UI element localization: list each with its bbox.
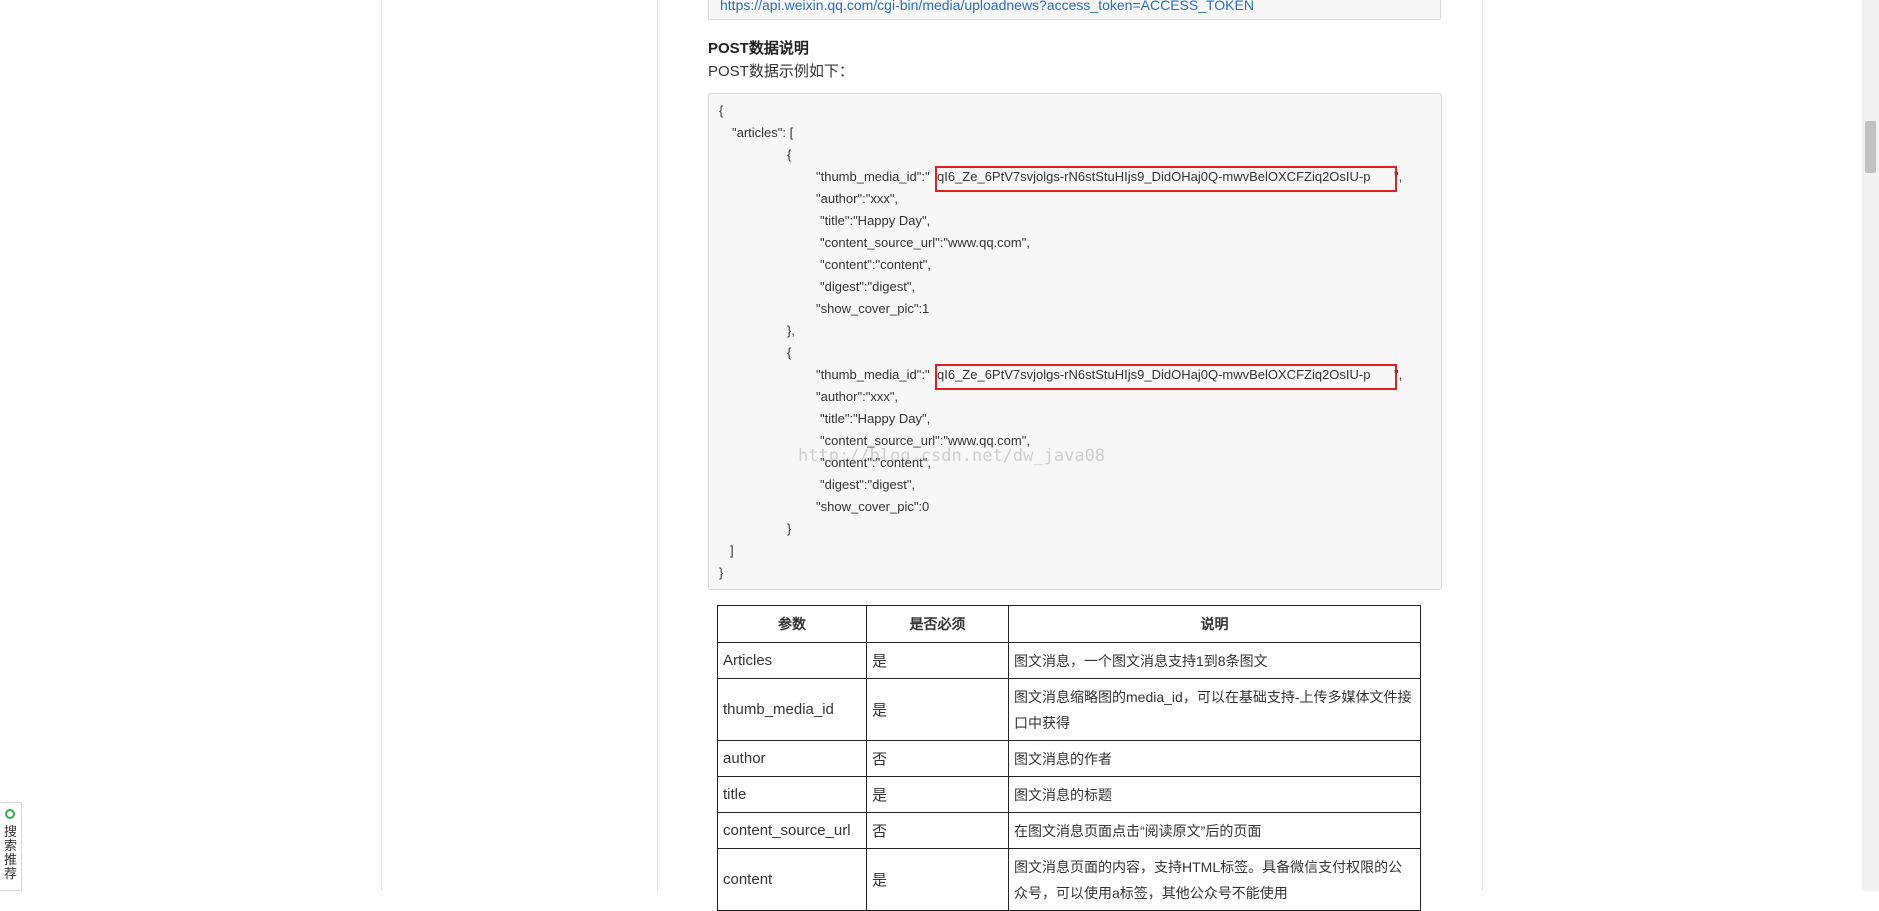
table-row: Articles 是 图文消息，一个图文消息支持1到8条图文 bbox=[717, 642, 1421, 679]
code-line: "show_cover_pic":0 bbox=[816, 499, 930, 514]
required-cell: 是 bbox=[866, 642, 1009, 679]
required-cell: 是 bbox=[866, 678, 1009, 741]
scrollbar-thumb[interactable] bbox=[1865, 121, 1876, 173]
table-header: 是否必须 bbox=[866, 605, 1009, 643]
code-line: } bbox=[719, 565, 724, 580]
table-row: author 否 图文消息的作者 bbox=[717, 740, 1421, 777]
table-header: 参数 bbox=[717, 605, 867, 643]
desc-cell: 图文消息的作者 bbox=[1008, 740, 1421, 777]
highlight-box bbox=[935, 166, 1397, 192]
param-cell: Articles bbox=[717, 642, 867, 679]
table-row: content 是 图文消息页面的内容，支持HTML标签。具备微信支付权限的公众… bbox=[717, 848, 1421, 911]
code-line: }, bbox=[787, 323, 795, 338]
code-line: "author":"xxx", bbox=[816, 191, 899, 206]
required-cell: 是 bbox=[866, 776, 1009, 813]
param-cell: thumb_media_id bbox=[717, 678, 867, 741]
code-line: "title":"Happy Day", bbox=[820, 213, 931, 228]
search-icon bbox=[5, 809, 15, 819]
code-line: "show_cover_pic":1 bbox=[816, 301, 930, 316]
required-cell: 否 bbox=[866, 812, 1009, 849]
param-cell: author bbox=[717, 740, 867, 777]
code-line: "content_source_url":"www.qq.com", bbox=[820, 235, 1030, 250]
required-cell: 否 bbox=[866, 740, 1009, 777]
param-cell: content bbox=[717, 848, 867, 911]
code-line: { bbox=[787, 345, 792, 360]
required-cell: 是 bbox=[866, 848, 1009, 911]
code-line: "thumb_media_id":" bbox=[816, 367, 930, 382]
vertical-scrollbar[interactable] bbox=[1862, 0, 1879, 891]
code-line: { bbox=[787, 147, 792, 162]
search-recommend-label: 搜索推荐 bbox=[4, 824, 18, 881]
watermark: http://blog.csdn.net/dw_java08 bbox=[798, 446, 1106, 466]
desc-cell: 图文消息页面的内容，支持HTML标签。具备微信支付权限的公众号，可以使用a标签，… bbox=[1008, 848, 1421, 911]
code-line: "title":"Happy Day", bbox=[820, 411, 931, 426]
code-line: "thumb_media_id":" bbox=[816, 169, 930, 184]
search-recommend-widget[interactable]: 搜索推荐 bbox=[0, 802, 22, 891]
desc-cell: 在图文消息页面点击“阅读原文”后的页面 bbox=[1008, 812, 1421, 849]
params-table: 参数 是否必须 说明 Articles 是 图文消息，一个图文消息支持1到8条图… bbox=[717, 605, 1421, 911]
highlight-box bbox=[935, 364, 1397, 390]
param-cell: title bbox=[717, 776, 867, 813]
code-line: "digest":"digest", bbox=[820, 477, 916, 492]
table-row: title 是 图文消息的标题 bbox=[717, 776, 1421, 813]
code-line: "content":"content", bbox=[820, 257, 931, 272]
table-header-row: 参数 是否必须 说明 bbox=[717, 605, 1421, 643]
code-line: "digest":"digest", bbox=[820, 279, 916, 294]
post-data-subtitle: POST数据示例如下： bbox=[708, 63, 854, 80]
code-line: } bbox=[787, 521, 792, 536]
table-header: 说明 bbox=[1008, 605, 1421, 643]
code-line: "author":"xxx", bbox=[816, 389, 899, 404]
code-line: ] bbox=[730, 543, 734, 558]
desc-cell: 图文消息缩略图的media_id，可以在基础支持-上传多媒体文件接口中获得 bbox=[1008, 678, 1421, 741]
api-url-link[interactable]: https://api.weixin.qq.com/cgi-bin/media/… bbox=[720, 0, 1254, 13]
param-cell: content_source_url bbox=[717, 812, 867, 849]
desc-cell: 图文消息，一个图文消息支持1到8条图文 bbox=[1008, 642, 1421, 679]
table-row: content_source_url 否 在图文消息页面点击“阅读原文”后的页面 bbox=[717, 812, 1421, 849]
code-line: { bbox=[719, 103, 724, 118]
code-line: "articles": [ bbox=[732, 125, 794, 140]
post-data-heading: POST数据说明 bbox=[708, 40, 809, 57]
table-row: thumb_media_id 是 图文消息缩略图的media_id，可以在基础支… bbox=[717, 678, 1421, 741]
desc-cell: 图文消息的标题 bbox=[1008, 776, 1421, 813]
